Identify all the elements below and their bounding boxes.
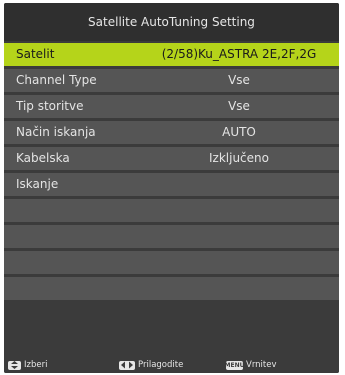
empty-row	[4, 251, 339, 274]
row-label: Satelit	[16, 47, 55, 61]
settings-panel: Satellite AutoTuning Setting Satelit (2/…	[4, 3, 339, 373]
row-label: Iskanje	[16, 177, 59, 191]
row-value: AUTO	[222, 125, 256, 139]
row-label: Tip storitve	[16, 99, 84, 113]
hint-select-label: Izberi	[24, 360, 48, 370]
left-right-arrows-icon	[119, 360, 135, 370]
menu-key-icon: MENU	[224, 360, 245, 370]
row-value: Vse	[228, 99, 250, 113]
up-down-arrows-icon	[8, 360, 21, 370]
row-tip-storitve[interactable]: Tip storitve Vse	[4, 95, 339, 118]
hint-back-label: Vrnitev	[246, 360, 277, 370]
panel-title: Satellite AutoTuning Setting	[4, 3, 339, 41]
row-label: Način iskanja	[16, 125, 96, 139]
hint-adjust: Prilagodite	[119, 359, 183, 371]
empty-row	[4, 225, 339, 248]
row-kabelska[interactable]: Kabelska Izključeno	[4, 147, 339, 170]
hint-select: Izberi	[8, 359, 47, 371]
row-label: Kabelska	[16, 151, 70, 165]
row-nacin-iskanja[interactable]: Način iskanja AUTO	[4, 121, 339, 144]
row-value: Izključeno	[209, 151, 269, 165]
row-channel-type[interactable]: Channel Type Vse	[4, 69, 339, 92]
row-value: Vse	[228, 73, 250, 87]
empty-row	[4, 277, 339, 300]
settings-list: Satelit (2/58)Ku_ASTRA 2E,2F,2G Channel …	[4, 43, 339, 303]
row-iskanje[interactable]: Iskanje	[4, 173, 339, 196]
row-value: (2/58)Ku_ASTRA 2E,2F,2G	[161, 47, 317, 61]
hint-back: MENU Vrnitev	[224, 359, 277, 371]
empty-row	[4, 199, 339, 222]
row-value	[139, 173, 339, 196]
row-satelit[interactable]: Satelit (2/58)Ku_ASTRA 2E,2F,2G	[4, 43, 339, 66]
hint-adjust-label: Prilagodite	[138, 360, 184, 370]
row-label: Channel Type	[16, 73, 97, 87]
